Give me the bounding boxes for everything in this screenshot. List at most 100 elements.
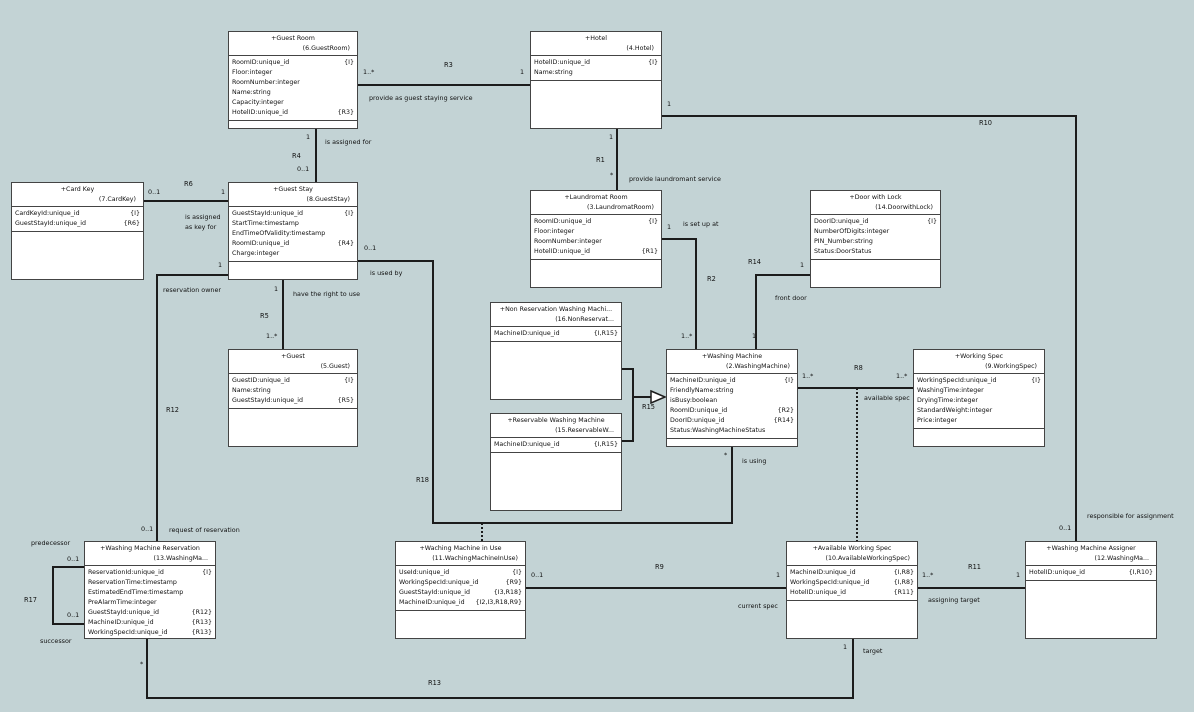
attribute-row: GuestStayId:unique_id {I3,R18} — [399, 588, 522, 598]
class-key-letters: (2.WashingMachine) — [726, 363, 790, 370]
class-box-reservable-washing-machine[interactable]: +Reservable Washing Machine (15.Reservabl… — [490, 413, 622, 511]
class-box-card-key[interactable]: +Card Key (7.CardKey) CardKeyId:unique_id {… — [11, 182, 144, 280]
attribute-ref: {I} — [344, 210, 354, 217]
class-key-letters: (7.CardKey) — [98, 196, 136, 203]
class-box-guest-room[interactable]: +Guest Room (6.GuestRoom) RoomID:unique_id… — [228, 31, 358, 129]
attribute-ref: {R1} — [641, 248, 658, 255]
attribute-row: Status:DoorStatus — [814, 247, 937, 257]
attribute-ref: {I3,R18} — [493, 589, 522, 596]
class-box-guest-stay[interactable]: +Guest Stay (8.GuestStay) GuestStayId:uniq… — [228, 182, 358, 280]
attribute-ref: {I} — [344, 59, 354, 66]
association-label: target — [863, 647, 883, 655]
attribute-text: GuestStayId:unique_id — [15, 220, 87, 227]
attribute-text: HotelID:unique_id — [534, 59, 590, 66]
class-box-door-with-lock[interactable]: +Door with Lock (14.DoorwithLock) DoorID:u… — [810, 190, 941, 288]
attribute-row: GuestStayId:unique_id {R12} — [88, 608, 212, 618]
class-box-washing-machine-reservation[interactable]: +Washing Machine Reservation (13.WashingM… — [84, 541, 216, 639]
class-box-available-working-spec[interactable]: +Available Working Spec (10.AvailableWork… — [786, 541, 918, 639]
class-name: +Guest — [281, 353, 305, 360]
attribute-ref — [350, 88, 354, 98]
class-key-letters: (8.GuestStay) — [306, 196, 350, 203]
class-box-working-spec[interactable]: +Working Spec (9.WorkingSpec) WorkingSpecI… — [913, 349, 1045, 447]
attribute-ref: {I,R15} — [593, 441, 618, 448]
attribute-text: Name:string — [232, 387, 271, 394]
attribute-ref: {R5} — [337, 397, 354, 404]
association-label: 0..1 — [297, 165, 310, 173]
attribute-compartment: WorkingSpecId:unique_id {I} WashingTime:in… — [914, 374, 1044, 429]
attribute-row: RoomNumber:integer — [232, 78, 354, 88]
association-label: is used by — [370, 269, 403, 277]
class-box-hotel[interactable]: +Hotel (4.Hotel) HotelID:unique_id {I} Name:… — [530, 31, 662, 129]
association-label: responsible for assignment — [1087, 512, 1174, 520]
attribute-compartment: DoorID:unique_id {I} NumberOfDigits:intege… — [811, 215, 940, 260]
attribute-text: Name:string — [534, 69, 573, 76]
attribute-ref — [1037, 416, 1041, 426]
attribute-text: WorkingSpecId:unique_id — [790, 579, 870, 586]
attribute-ref: {R2} — [777, 407, 794, 414]
association-label: assigning target — [928, 596, 980, 604]
attribute-ref: {I,R8} — [893, 569, 914, 576]
attribute-text: PreAlarmTime:integer — [88, 599, 157, 606]
attribute-row: MachineID:unique_id {I,R15} — [494, 440, 618, 450]
association-label: 1 — [274, 285, 279, 293]
association-label: have the right to use — [293, 290, 361, 298]
attribute-ref: {R17} — [188, 638, 212, 639]
attribute-compartment: MachineID:unique_id {I,R15} — [491, 438, 621, 453]
class-key-letters: (14.DoorwithLock) — [875, 204, 933, 211]
attribute-text: Capacity:integer — [232, 99, 284, 106]
attribute-row: PreAlarmTime:integer — [88, 598, 212, 608]
attribute-row: GuestID:unique_id {I} — [232, 376, 354, 386]
attribute-row: GuestStayId:unique_id {R5} — [232, 396, 354, 406]
class-key-letters: (6.GuestRoom) — [302, 45, 350, 52]
attribute-ref — [654, 68, 658, 78]
class-key-letters: (4.Hotel) — [626, 45, 654, 52]
association-label: is assigned for — [325, 138, 372, 146]
r14-line — [755, 274, 810, 349]
association-label: 1..* — [922, 571, 934, 579]
attribute-text: GuestID:unique_id — [232, 377, 290, 384]
attribute-compartment: UseId:unique_id {I} WorkingSpecId:unique_i… — [396, 566, 525, 611]
attribute-compartment: HotelID:unique_id {I} Name:string — [531, 56, 661, 81]
attribute-ref: {R14} — [773, 417, 794, 424]
association-label: 0..1 — [141, 525, 154, 533]
r10-line — [662, 115, 1077, 541]
attribute-text: StartTime:timestamp — [232, 220, 299, 227]
attribute-ref: {R11} — [893, 589, 914, 596]
association-label: 0..1 — [67, 555, 80, 563]
class-box-waching-machine-in-use[interactable]: +Waching Machine in Use (11.WachingMachin… — [395, 541, 526, 639]
class-key-letters: (11.WachingMachineInUse) — [432, 555, 518, 562]
association-label: front door — [775, 294, 807, 302]
attribute-compartment: HotelID:unique_id {I,R10} — [1026, 566, 1156, 581]
class-key-letters: (3.LaundromatRoom) — [587, 204, 654, 211]
relationship-number: R11 — [968, 563, 981, 571]
attribute-ref: {I} — [648, 59, 658, 66]
relationship-number: R8 — [854, 364, 863, 372]
attribute-ref — [350, 68, 354, 78]
class-header: +Door with Lock (14.DoorwithLock) — [811, 191, 940, 215]
attribute-ref: {R6} — [123, 220, 140, 227]
attribute-text: RoomID:unique_id — [670, 407, 728, 414]
association-label: is assigned — [185, 213, 221, 221]
attribute-text: EndTimeOfValidity:timestamp — [232, 230, 326, 237]
class-box-guest[interactable]: +Guest (5.Guest) GuestID:unique_id {I} Name:… — [228, 349, 358, 447]
attribute-compartment: GuestID:unique_id {I} Name:string GuestStay… — [229, 374, 357, 409]
class-header: +Card Key (7.CardKey) — [12, 183, 143, 207]
attribute-text: RoomID:unique_id — [232, 240, 290, 247]
attribute-ref — [208, 588, 212, 598]
association-label: 1 — [306, 133, 311, 141]
class-name: +Reservable Washing Machine — [507, 417, 605, 424]
class-box-washing-machine-assigner[interactable]: +Washing Machine Assigner (12.WashingMa..… — [1025, 541, 1157, 639]
attribute-ref — [654, 227, 658, 237]
class-name: +Washing Machine — [701, 353, 763, 360]
association-label: * — [140, 660, 144, 668]
attribute-text: Floor:integer — [232, 69, 273, 76]
attribute-text: MachineID:unique_id — [88, 619, 154, 626]
class-box-washing-machine[interactable]: +Washing Machine (2.WashingMachine) Machin… — [666, 349, 798, 447]
relationship-number: R17 — [24, 596, 37, 604]
class-name: +Door with Lock — [849, 194, 902, 201]
attribute-text: GuestStayId:unique_id — [232, 397, 304, 404]
attribute-text: ReservationTime:timestamp — [88, 579, 177, 586]
class-box-laundromat-room[interactable]: +Laundromat Room (3.LaundromatRoom) RoomID… — [530, 190, 662, 288]
class-box-non-reservation-washing-machine[interactable]: +Non Reservation Washing Machi... (16.Non… — [490, 302, 622, 400]
association-label: request of reservation — [169, 526, 240, 534]
